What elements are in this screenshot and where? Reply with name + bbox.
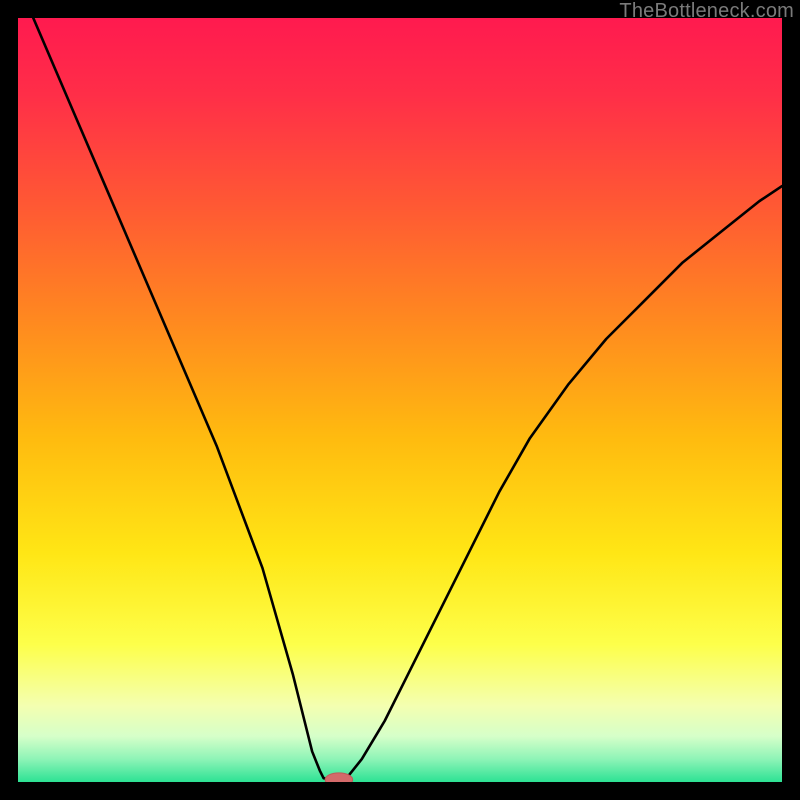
chart-frame [18, 18, 782, 782]
bottleneck-chart [18, 18, 782, 782]
gradient-background [18, 18, 782, 782]
watermark-text: TheBottleneck.com [619, 0, 794, 23]
